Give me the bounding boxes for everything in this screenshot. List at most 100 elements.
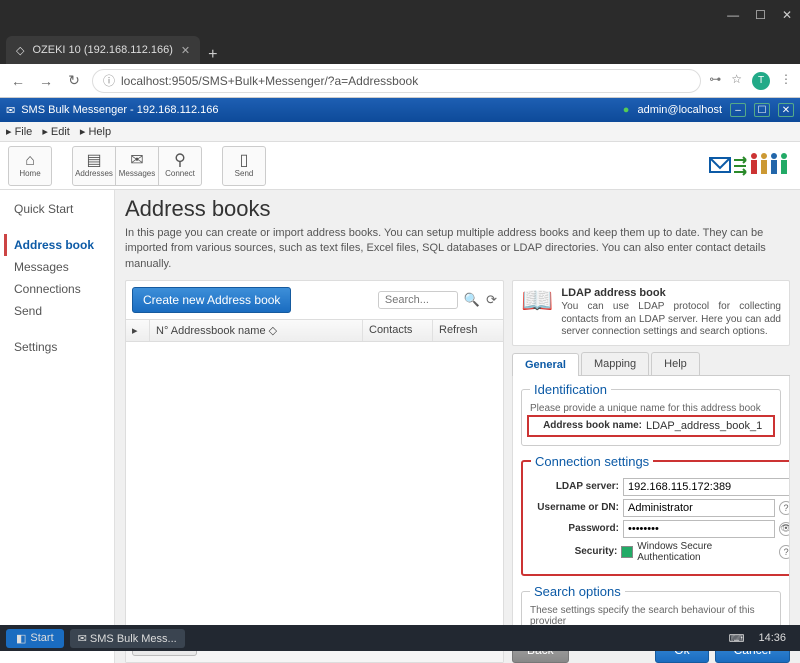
keyboard-icon[interactable]: ⌨ xyxy=(729,632,745,645)
name-label: Address book name: xyxy=(532,420,642,431)
ldap-server-input[interactable] xyxy=(623,478,790,496)
toolbar: ⌂Home ▤Addresses ✉Messages ⚲Connect ▯Sen… xyxy=(0,142,800,190)
password-input[interactable] xyxy=(623,520,775,538)
back-icon[interactable]: ← xyxy=(8,73,28,89)
forward-icon[interactable]: → xyxy=(36,73,56,89)
password-reveal-icon[interactable]: 👁 xyxy=(779,522,790,536)
key-icon[interactable]: ⊶ xyxy=(709,72,721,90)
tab-general[interactable]: General xyxy=(512,353,579,376)
th-contacts[interactable]: Contacts xyxy=(363,320,433,341)
server-label: LDAP server: xyxy=(531,481,619,492)
search-icon[interactable]: 🔍 xyxy=(464,292,480,308)
taskbar-clock: 14:36 xyxy=(750,632,794,644)
browser-tab[interactable]: ◇ OZEKI 10 (192.168.112.166) ✕ xyxy=(6,36,200,64)
addressbook-list-panel: Create new Address book 🔍 ⟳ ▸ N° Address… xyxy=(125,280,504,663)
url-text: localhost:9505/SMS+Bulk+Messenger/?a=Add… xyxy=(121,74,418,88)
tab-mapping[interactable]: Mapping xyxy=(581,352,649,375)
browser-menu-icon[interactable]: ⋮ xyxy=(780,72,792,90)
search-hint: These settings specify the search behavi… xyxy=(530,605,772,627)
search-input[interactable] xyxy=(378,291,458,309)
th-refresh[interactable]: Refresh xyxy=(433,320,503,341)
th-name[interactable]: N° Addressbook name ◇ xyxy=(150,320,363,341)
app-maximize-icon[interactable]: ☐ xyxy=(754,103,770,117)
envelope-icon: ✉ xyxy=(130,153,143,169)
window-minimize-icon[interactable]: — xyxy=(727,8,739,22)
tab-title: OZEKI 10 (192.168.112.166) xyxy=(32,44,172,56)
security-checkbox[interactable] xyxy=(621,546,633,558)
detail-panel: 📖 LDAP address book You can use LDAP pro… xyxy=(512,280,790,663)
new-tab-button[interactable]: + xyxy=(200,46,225,64)
home-icon: ⌂ xyxy=(25,153,35,169)
tab-help[interactable]: Help xyxy=(651,352,700,375)
os-titlebar: — ☐ ✕ xyxy=(0,0,800,30)
toolbar-addresses[interactable]: ▤Addresses xyxy=(72,146,116,186)
user-label[interactable]: admin@localhost xyxy=(637,104,722,116)
phone-icon: ▯ xyxy=(240,153,249,169)
sidebar-settings[interactable]: Settings xyxy=(4,336,110,358)
table-body xyxy=(126,342,503,625)
page-description: In this page you can create or import ad… xyxy=(125,226,790,272)
os-taskbar: ◧ Start ✉ SMS Bulk Mess... ⌨ 14:36 xyxy=(0,625,800,651)
ldap-book-icon: 📖 xyxy=(521,287,553,339)
username-help-icon[interactable]: ? xyxy=(779,501,790,515)
identification-hint: Please provide a unique name for this ad… xyxy=(530,403,772,414)
sidebar-messages[interactable]: Messages xyxy=(4,256,110,278)
sidebar-send[interactable]: Send xyxy=(4,300,110,322)
sidebar-connections[interactable]: Connections xyxy=(4,278,110,300)
menubar: ▸ File ▸ Edit ▸ Help xyxy=(0,122,800,142)
reload-icon[interactable]: ↻ xyxy=(64,72,84,89)
toolbar-connect[interactable]: ⚲Connect xyxy=(158,146,202,186)
info-title: LDAP address book xyxy=(561,287,781,299)
toolbar-messages[interactable]: ✉Messages xyxy=(115,146,159,186)
site-info-icon[interactable]: ⓘ xyxy=(103,72,115,89)
taskbar-app-icon: ✉ xyxy=(78,633,87,645)
tab-favicon-icon: ◇ xyxy=(16,44,24,57)
taskbar-app[interactable]: ✉ SMS Bulk Mess... xyxy=(70,629,185,648)
info-box: 📖 LDAP address book You can use LDAP pro… xyxy=(512,280,790,346)
app-minimize-icon[interactable]: – xyxy=(730,103,746,117)
browser-tabbar: ◇ OZEKI 10 (192.168.112.166) ✕ + xyxy=(0,30,800,64)
toolbar-send[interactable]: ▯Send xyxy=(222,146,266,186)
start-button[interactable]: ◧ Start xyxy=(6,629,64,648)
tab-close-icon[interactable]: ✕ xyxy=(181,44,190,57)
main-area: Quick Start Address book Messages Connec… xyxy=(0,190,800,663)
sidebar-quick-start[interactable]: Quick Start xyxy=(4,198,110,220)
window-maximize-icon[interactable]: ☐ xyxy=(755,8,766,22)
security-help-icon[interactable]: ? xyxy=(779,545,790,559)
info-desc: You can use LDAP protocol for collecting… xyxy=(561,301,781,339)
create-addressbook-button[interactable]: Create new Address book xyxy=(132,287,291,313)
app-header: ✉ SMS Bulk Messenger - 192.168.112.166 ●… xyxy=(0,98,800,122)
app-logo-icon: ✉ xyxy=(6,104,15,117)
search-legend: Search options xyxy=(530,584,625,599)
app-close-icon[interactable]: ✕ xyxy=(778,103,794,117)
window-close-icon[interactable]: ✕ xyxy=(782,8,792,22)
search-fieldset: Search options These settings specify th… xyxy=(521,584,781,631)
menu-edit[interactable]: ▸ Edit xyxy=(42,125,70,138)
sidebar-address-book[interactable]: Address book xyxy=(4,234,110,256)
profile-avatar[interactable]: T xyxy=(752,72,770,90)
address-bar[interactable]: ⓘ localhost:9505/SMS+Bulk+Messenger/?a=A… xyxy=(92,69,701,93)
user-icon: ● xyxy=(623,104,630,116)
menu-file[interactable]: ▸ File xyxy=(6,125,32,138)
th-expand[interactable]: ▸ xyxy=(126,320,150,341)
username-input[interactable] xyxy=(623,499,775,517)
connection-legend: Connection settings xyxy=(531,454,653,469)
toolbar-home[interactable]: ⌂Home xyxy=(8,146,52,186)
identification-fieldset: Identification Please provide a unique n… xyxy=(521,382,781,446)
browser-urlbar: ← → ↻ ⓘ localhost:9505/SMS+Bulk+Messenge… xyxy=(0,64,800,98)
star-icon[interactable]: ☆ xyxy=(731,72,742,90)
security-text: Windows Secure Authentication xyxy=(637,541,775,563)
content: Address books In this page you can creat… xyxy=(115,190,800,663)
toolbar-graphic-icon xyxy=(708,146,792,186)
menu-help[interactable]: ▸ Help xyxy=(80,125,111,138)
refresh-icon[interactable]: ⟳ xyxy=(486,292,497,308)
security-label: Security: xyxy=(531,546,617,557)
identification-legend: Identification xyxy=(530,382,611,397)
connection-fieldset: Connection settings LDAP server: Usernam… xyxy=(521,454,790,576)
username-label: Username or DN: xyxy=(531,502,619,513)
page-title: Address books xyxy=(125,196,790,222)
form-general: Identification Please provide a unique n… xyxy=(512,376,790,631)
table-header: ▸ N° Addressbook name ◇ Contacts Refresh xyxy=(126,319,503,342)
sidebar: Quick Start Address book Messages Connec… xyxy=(0,190,115,663)
plug-icon: ⚲ xyxy=(174,153,186,169)
